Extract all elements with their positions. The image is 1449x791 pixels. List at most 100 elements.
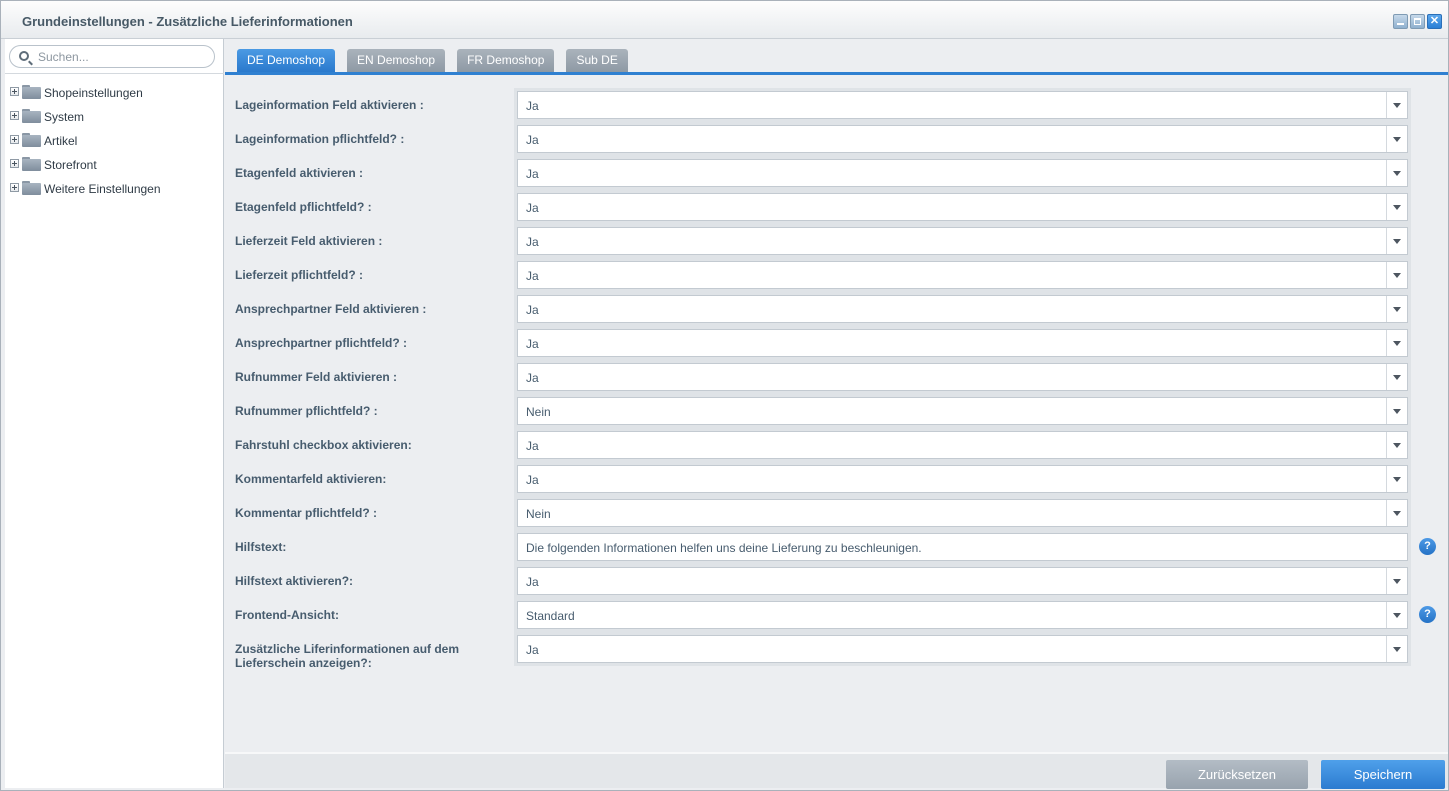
lieferzeit-aktivieren-select[interactable]: Ja: [517, 227, 1408, 255]
chevron-down-icon[interactable]: [1386, 466, 1407, 492]
tree-item-shopeinstellungen[interactable]: Shopeinstellungen: [10, 83, 215, 107]
expand-icon[interactable]: [10, 135, 19, 144]
search-input[interactable]: [38, 49, 208, 65]
form-row: Etagenfeld aktivieren : Ja: [235, 159, 1435, 193]
form-row: Hilfstext: Die folgenden Informationen h…: [235, 533, 1436, 567]
expand-icon[interactable]: [10, 111, 19, 120]
chevron-down-icon[interactable]: [1386, 126, 1407, 152]
expand-icon[interactable]: [10, 159, 19, 168]
field-label: Lieferzeit Feld aktivieren :: [235, 234, 383, 248]
form-row: Lageinformation Feld aktivieren : Ja: [235, 91, 1435, 125]
settings-form: Lageinformation Feld aktivieren : Ja Lag…: [235, 91, 1436, 675]
field-label: Kommentar pflichtfeld? :: [235, 506, 378, 520]
chevron-down-icon[interactable]: [1386, 160, 1407, 186]
sidebar: Shopeinstellungen System Artikel Storefr…: [5, 39, 224, 788]
select-value: Ja: [526, 167, 539, 181]
chevron-down-icon[interactable]: [1386, 398, 1407, 424]
chevron-down-icon[interactable]: [1386, 568, 1407, 594]
expand-icon[interactable]: [10, 87, 19, 96]
field-label: Lieferzeit pflichtfeld? :: [235, 268, 364, 282]
chevron-down-icon[interactable]: [1386, 500, 1407, 526]
tab-list: DE Demoshop EN Demoshop FR Demoshop Sub …: [237, 49, 628, 72]
maximize-icon: [1414, 18, 1421, 25]
close-button[interactable]: ✕: [1427, 14, 1442, 29]
hilfstext-input[interactable]: Die folgenden Informationen helfen uns d…: [517, 533, 1408, 561]
minimize-button[interactable]: [1393, 14, 1408, 29]
field-label: Lageinformation Feld aktivieren :: [235, 98, 424, 112]
form-row: Kommentar pflichtfeld? : Nein: [235, 499, 1435, 533]
tree-item-weitere-einstellungen[interactable]: Weitere Einstellungen: [10, 179, 215, 203]
tree-item-label: Weitere Einstellungen: [44, 182, 161, 196]
chevron-down-icon[interactable]: [1386, 296, 1407, 322]
lieferzeit-pflichtfeld-select[interactable]: Ja: [517, 261, 1408, 289]
form-row: Lageinformation pflichtfeld? : Ja: [235, 125, 1435, 159]
select-value: Ja: [526, 643, 539, 657]
ansprechpartner-pflichtfeld-select[interactable]: Ja: [517, 329, 1408, 357]
form-row: Lieferzeit pflichtfeld? : Ja: [235, 261, 1435, 295]
save-button[interactable]: Speichern: [1321, 760, 1445, 789]
tree-item-system[interactable]: System: [10, 107, 215, 131]
form-row: Zusätzliche Liferinformationen auf dem L…: [235, 635, 1435, 675]
kommentar-pflichtfeld-select[interactable]: Nein: [517, 499, 1408, 527]
chevron-down-icon[interactable]: [1386, 262, 1407, 288]
kommentarfeld-aktivieren-select[interactable]: Ja: [517, 465, 1408, 493]
select-value: Ja: [526, 201, 539, 215]
chevron-down-icon[interactable]: [1386, 330, 1407, 356]
tab-en-demoshop[interactable]: EN Demoshop: [347, 49, 446, 72]
frontend-ansicht-select[interactable]: Standard: [517, 601, 1408, 629]
help-icon[interactable]: ?: [1419, 538, 1436, 555]
hilfstext-aktivieren-select[interactable]: Ja: [517, 567, 1408, 595]
tree-item-label: System: [44, 110, 85, 124]
field-label: Fahrstuhl checkbox aktivieren:: [235, 438, 412, 452]
lageinformation-aktivieren-select[interactable]: Ja: [517, 91, 1408, 119]
shop-tabs: DE Demoshop EN Demoshop FR Demoshop Sub …: [225, 39, 1448, 75]
window-controls: ✕: [1393, 14, 1442, 29]
tab-de-demoshop[interactable]: DE Demoshop: [237, 49, 336, 72]
chevron-down-icon[interactable]: [1386, 636, 1407, 662]
chevron-down-icon[interactable]: [1386, 228, 1407, 254]
field-label: Hilfstext:: [235, 540, 287, 554]
select-value: Standard: [526, 609, 575, 623]
folder-icon: [22, 157, 41, 171]
form-row: Hilfstext aktivieren?: Ja: [235, 567, 1435, 601]
settings-tree: Shopeinstellungen System Artikel Storefr…: [10, 83, 215, 203]
tree-item-label: Shopeinstellungen: [44, 86, 143, 100]
tree-item-label: Artikel: [44, 134, 78, 148]
tree-item-artikel[interactable]: Artikel: [10, 131, 215, 155]
form-row: Ansprechpartner pflichtfeld? : Ja: [235, 329, 1435, 363]
tab-sub-de[interactable]: Sub DE: [566, 49, 628, 72]
chevron-down-icon[interactable]: [1386, 194, 1407, 220]
select-value: Ja: [526, 133, 539, 147]
etagenfeld-aktivieren-select[interactable]: Ja: [517, 159, 1408, 187]
tab-underline: [225, 72, 1448, 75]
folder-icon: [22, 181, 41, 195]
select-value: Nein: [526, 507, 551, 521]
tree-item-storefront[interactable]: Storefront: [10, 155, 215, 179]
fahrstuhl-checkbox-select[interactable]: Ja: [517, 431, 1408, 459]
reset-button[interactable]: Zurücksetzen: [1166, 760, 1308, 789]
etagenfeld-pflichtfeld-select[interactable]: Ja: [517, 193, 1408, 221]
lageinformation-pflichtfeld-select[interactable]: Ja: [517, 125, 1408, 153]
select-value: Nein: [526, 405, 551, 419]
chevron-down-icon[interactable]: [1386, 364, 1407, 390]
folder-icon: [22, 133, 41, 147]
lieferschein-anzeigen-select[interactable]: Ja: [517, 635, 1408, 663]
expand-icon[interactable]: [10, 183, 19, 192]
tab-fr-demoshop[interactable]: FR Demoshop: [457, 49, 555, 72]
main-panel: DE Demoshop EN Demoshop FR Demoshop Sub …: [225, 39, 1448, 789]
select-value: Ja: [526, 439, 539, 453]
chevron-down-icon[interactable]: [1386, 92, 1407, 118]
title-bar[interactable]: Grundeinstellungen - Zusätzliche Lieferi…: [1, 1, 1448, 39]
folder-icon: [22, 109, 41, 123]
rufnummer-pflichtfeld-select[interactable]: Nein: [517, 397, 1408, 425]
form-row: Ansprechpartner Feld aktivieren : Ja: [235, 295, 1435, 329]
field-label: Zusätzliche Liferinformationen auf dem L…: [235, 642, 460, 670]
chevron-down-icon[interactable]: [1386, 602, 1407, 628]
ansprechpartner-aktivieren-select[interactable]: Ja: [517, 295, 1408, 323]
chevron-down-icon[interactable]: [1386, 432, 1407, 458]
rufnummer-aktivieren-select[interactable]: Ja: [517, 363, 1408, 391]
form-row: Fahrstuhl checkbox aktivieren: Ja: [235, 431, 1435, 465]
maximize-button[interactable]: [1410, 14, 1425, 29]
help-icon[interactable]: ?: [1419, 606, 1436, 623]
select-value: Ja: [526, 235, 539, 249]
